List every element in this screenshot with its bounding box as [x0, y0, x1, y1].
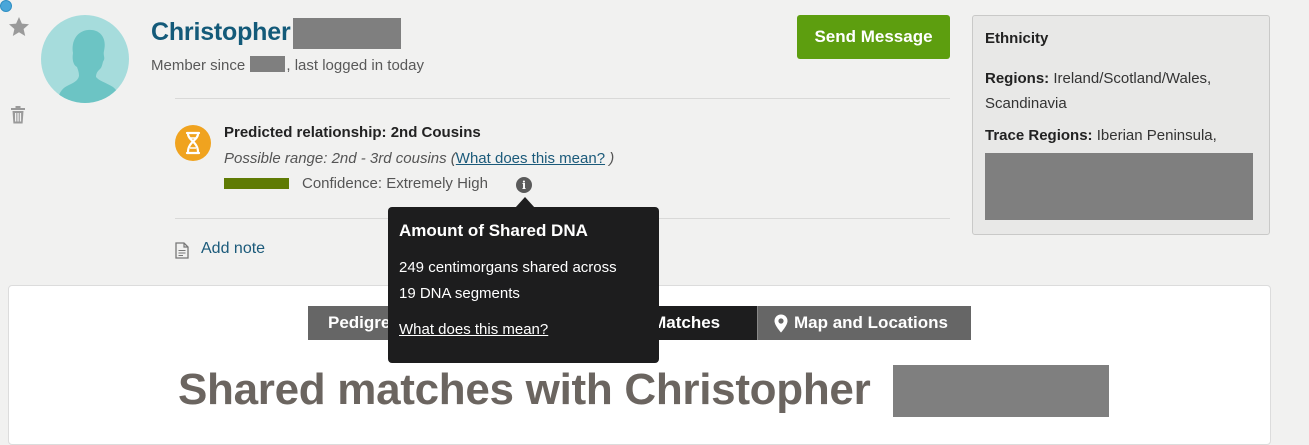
- trace-label: Trace Regions:: [985, 127, 1093, 144]
- redacted-year: [250, 56, 286, 72]
- range-close: ): [609, 150, 615, 167]
- send-message-button[interactable]: Send Message: [797, 15, 950, 59]
- possible-range: Possible range: 2nd - 3rd cousins (What …: [224, 150, 614, 167]
- star-icon[interactable]: [7, 15, 31, 39]
- group-dot-icon[interactable]: [0, 0, 12, 12]
- note-icon[interactable]: [175, 242, 189, 259]
- range-help-link[interactable]: What does this mean?: [456, 150, 605, 167]
- map-pin-icon: [774, 314, 788, 332]
- redacted-surname: [293, 18, 401, 49]
- tab-pedigree[interactable]: Pedigree: [308, 306, 398, 340]
- tooltip-help-link[interactable]: What does this mean?: [399, 321, 548, 338]
- ethnicity-trace-regions: Trace Regions: Iberian Peninsula,: [985, 127, 1255, 144]
- dna-icon: [175, 125, 211, 161]
- shared-dna-tooltip: Amount of Shared DNA 249 centimorgans sh…: [388, 207, 659, 363]
- tab-map-and-locations[interactable]: Map and Locations: [757, 306, 971, 340]
- tooltip-title: Amount of Shared DNA: [399, 221, 588, 240]
- predicted-relationship: Predicted relationship: 2nd Cousins: [224, 124, 481, 141]
- redacted-heading-surname: [893, 365, 1109, 417]
- tab-map-label: Map and Locations: [794, 313, 948, 332]
- avatar: [41, 15, 129, 103]
- profile-name[interactable]: Christopher: [151, 18, 291, 47]
- tooltip-body: 249 centimorgans shared across 19 DNA se…: [399, 255, 648, 307]
- trace-value: Iberian Peninsula,: [1096, 127, 1217, 144]
- range-text: Possible range: 2nd - 3rd cousins (: [224, 150, 456, 167]
- confidence-bar: [224, 178, 289, 189]
- ethnicity-regions: Regions: Ireland/Scotland/Wales, Scandin…: [985, 66, 1255, 116]
- ethnicity-title: Ethnicity: [985, 30, 1049, 47]
- divider: [175, 98, 950, 99]
- info-icon[interactable]: i: [516, 177, 532, 193]
- redacted-trace-regions: [985, 153, 1253, 220]
- profile-silhouette-icon: [57, 29, 121, 103]
- tooltip-segments: 19 DNA segments: [399, 285, 520, 302]
- member-since-line: Member since , last logged in today: [151, 56, 424, 74]
- tooltip-centimorgans: 249 centimorgans shared across: [399, 259, 617, 276]
- add-note-link[interactable]: Add note: [201, 240, 265, 258]
- page-heading: Shared matches with Christopher: [178, 365, 871, 414]
- regions-label: Regions:: [985, 70, 1050, 87]
- member-since-prefix: Member since: [151, 57, 246, 74]
- confidence-text: Confidence: Extremely High: [302, 175, 488, 192]
- last-login-text: , last logged in today: [286, 57, 424, 74]
- trash-icon[interactable]: [10, 106, 26, 124]
